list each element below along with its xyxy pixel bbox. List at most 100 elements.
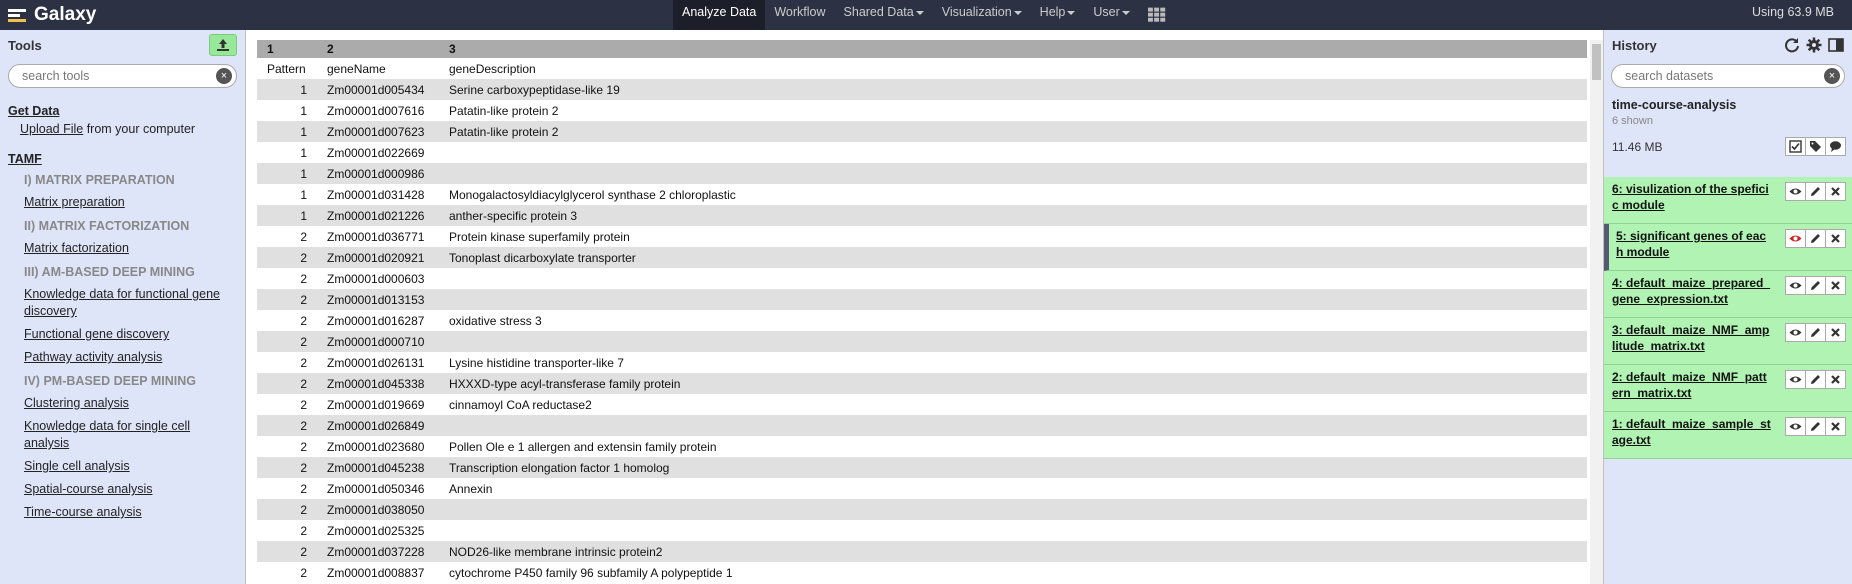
nav-shared-data[interactable]: Shared Data xyxy=(835,0,933,30)
edit-dataset-button[interactable] xyxy=(1805,229,1826,248)
nav-analyze-data[interactable]: Analyze Data xyxy=(673,0,766,30)
galaxy-logo-icon xyxy=(8,4,28,26)
table-row: 1 Zm00001d031428 Monogalactosyldiacylglyce… xyxy=(257,184,1587,205)
tags-button[interactable] xyxy=(1805,137,1826,156)
column-number: 3 xyxy=(439,40,1587,58)
history-search-input[interactable] xyxy=(1612,65,1844,87)
table-cell: Zm00001d036771 xyxy=(327,229,425,244)
history-dataset-item[interactable]: 3: default_maize_NMF_amplitude_matrix.tx… xyxy=(1604,318,1852,365)
table-cell: 2 xyxy=(257,457,317,478)
select-datasets-button[interactable] xyxy=(1785,137,1806,156)
close-icon xyxy=(1831,328,1840,337)
section-get-data[interactable]: Get Data xyxy=(8,102,237,120)
table-cell: 1 xyxy=(300,187,307,202)
view-dataset-button[interactable] xyxy=(1785,276,1806,295)
tool-link[interactable]: Pathway activity analysis xyxy=(8,349,237,366)
apps-grid-icon[interactable] xyxy=(1139,0,1175,30)
history-dataset-item[interactable]: 5: significant genes of each module xyxy=(1604,224,1852,271)
delete-dataset-button[interactable] xyxy=(1825,323,1846,342)
view-dataset-button[interactable] xyxy=(1785,323,1806,342)
history-title: History xyxy=(1612,37,1657,53)
clear-search-icon[interactable]: × xyxy=(216,68,232,84)
table-cell: 2 xyxy=(300,565,307,580)
delete-dataset-button[interactable] xyxy=(1825,229,1846,248)
history-dataset-item[interactable]: 4: default_maize_prepared_gene_expressio… xyxy=(1604,271,1852,318)
tool-link[interactable]: Time-course analysis xyxy=(8,504,237,521)
section-tamf[interactable]: TAMF xyxy=(8,150,237,168)
history-dataset-list: 6: visulization of the speficic module 5:… xyxy=(1604,177,1852,459)
chevron-down-icon xyxy=(1067,10,1076,15)
table-cell: cytochrome P450 family 96 subfamily A po… xyxy=(449,565,733,580)
tool-link[interactable]: Matrix factorization xyxy=(8,240,237,257)
delete-dataset-button[interactable] xyxy=(1825,370,1846,389)
history-dataset-item[interactable]: 2: default_maize_NMF_pattern_matrix.txt xyxy=(1604,365,1852,412)
table-row: 2 Zm00001d008837 cytochrome P450 family 96… xyxy=(257,562,1587,583)
center-scrollbar[interactable] xyxy=(1590,40,1603,584)
nav-visualization[interactable]: Visualization xyxy=(933,0,1031,30)
dataset-title[interactable]: 3: default_maize_NMF_amplitude_matrix.tx… xyxy=(1612,322,1772,354)
tool-link[interactable]: Clustering analysis xyxy=(8,395,237,412)
nav-label: Workflow xyxy=(774,5,826,19)
table-row: 1 Zm00001d007616 Patatin-like protein 2 xyxy=(257,100,1587,121)
table-cell: Zm00001d019669 xyxy=(327,397,425,412)
table-cell: 1 xyxy=(257,163,317,184)
tool-link[interactable]: Knowledge data for single cell analysis xyxy=(8,418,237,452)
nav-user[interactable]: User xyxy=(1084,0,1138,30)
tool-link[interactable]: Spatial-course analysis xyxy=(8,481,237,498)
dataset-title[interactable]: 6: visulization of the speficic module xyxy=(1612,181,1772,213)
tools-header: Tools xyxy=(0,30,245,60)
dataset-title[interactable]: 5: significant genes of each module xyxy=(1616,228,1772,260)
table-cell: 2 xyxy=(300,313,307,328)
brand[interactable]: Galaxy xyxy=(8,0,96,30)
tool-search-input[interactable] xyxy=(9,65,236,87)
dataset-title[interactable]: 4: default_maize_prepared_gene_expressio… xyxy=(1612,275,1772,307)
delete-dataset-button[interactable] xyxy=(1825,417,1846,436)
annotation-button[interactable] xyxy=(1825,137,1846,156)
close-icon xyxy=(1831,375,1840,384)
table-row: 1 Zm00001d022669 xyxy=(257,142,1587,163)
table-cell: Zm00001d037228 xyxy=(317,541,439,562)
upload-file-link[interactable]: Upload File xyxy=(20,122,83,136)
upload-button[interactable] xyxy=(209,34,237,56)
table-cell xyxy=(439,520,1587,541)
tool-upload-file[interactable]: Upload File from your computer xyxy=(8,120,237,138)
edit-dataset-button[interactable] xyxy=(1805,417,1826,436)
tool-link[interactable]: Matrix preparation xyxy=(8,194,237,211)
column-name: geneName xyxy=(317,58,439,79)
view-dataset-button[interactable] xyxy=(1785,229,1806,248)
nav-workflow[interactable]: Workflow xyxy=(765,0,834,30)
clear-history-search-icon[interactable]: × xyxy=(1824,68,1840,84)
history-dataset-item[interactable]: 1: default_maize_sample_stage.txt xyxy=(1604,412,1852,459)
view-dataset-button[interactable] xyxy=(1785,370,1806,389)
scrollbar-thumb[interactable] xyxy=(1592,44,1601,80)
history-dataset-item[interactable]: 6: visulization of the speficic module xyxy=(1604,177,1852,224)
history-name[interactable]: time-course-analysis xyxy=(1612,98,1852,112)
refresh-icon[interactable] xyxy=(1784,37,1800,53)
edit-dataset-button[interactable] xyxy=(1805,323,1826,342)
brand-title: Galaxy xyxy=(34,4,97,25)
table-row: 2 Zm00001d000603 xyxy=(257,268,1587,289)
table-cell: Patatin-like protein 2 xyxy=(449,103,559,118)
dataset-title[interactable]: 2: default_maize_NMF_pattern_matrix.txt xyxy=(1612,369,1772,401)
tool-link[interactable]: Knowledge data for functional gene disco… xyxy=(8,286,237,320)
view-dataset-button[interactable] xyxy=(1785,417,1806,436)
table-cell: Annexin xyxy=(449,481,493,496)
nav-help[interactable]: Help xyxy=(1031,0,1085,30)
delete-dataset-button[interactable] xyxy=(1825,182,1846,201)
columns-icon[interactable] xyxy=(1828,37,1844,53)
edit-dataset-button[interactable] xyxy=(1805,276,1826,295)
view-dataset-button[interactable] xyxy=(1785,182,1806,201)
chevron-down-icon xyxy=(1013,10,1022,15)
edit-dataset-button[interactable] xyxy=(1805,370,1826,389)
eye-icon xyxy=(1789,282,1802,289)
gear-icon[interactable] xyxy=(1806,37,1822,53)
tool-link[interactable]: Single cell analysis xyxy=(8,458,237,475)
tool-link[interactable]: Functional gene discovery xyxy=(8,326,237,343)
table-row: 2 Zm00001d023680 Pollen Ole e 1 allergen a… xyxy=(257,436,1587,457)
nav-label: Help xyxy=(1039,5,1066,19)
table-cell: 1 xyxy=(300,145,307,160)
edit-dataset-button[interactable] xyxy=(1805,182,1826,201)
delete-dataset-button[interactable] xyxy=(1825,276,1846,295)
tool-section-label: IV) PM-BASED DEEP MINING xyxy=(24,374,197,388)
dataset-title[interactable]: 1: default_maize_sample_stage.txt xyxy=(1612,416,1772,448)
